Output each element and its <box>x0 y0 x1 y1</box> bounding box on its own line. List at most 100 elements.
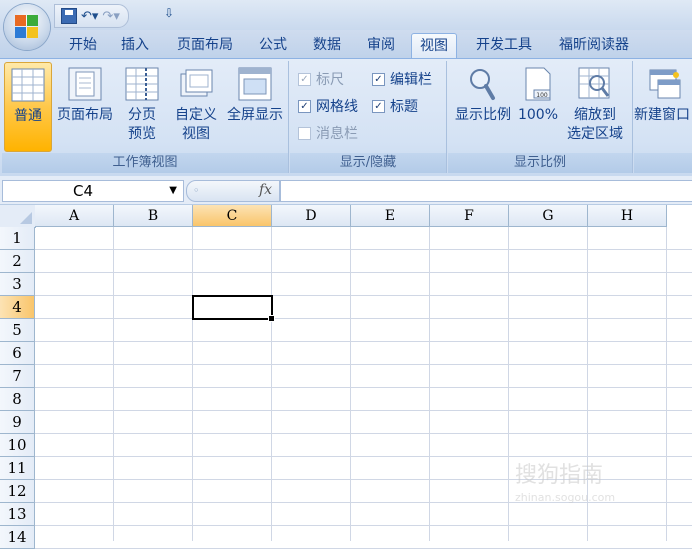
row-header-8[interactable]: 8 <box>0 388 35 411</box>
grid-column-line <box>666 227 667 541</box>
formula-input[interactable] <box>280 180 692 202</box>
page-break-icon <box>125 67 159 101</box>
group-workbook-views: 普通 页面布局 分页 预览 自定义 视图 全屏显示 工作簿视图 <box>2 61 289 173</box>
grid-row-line <box>35 272 692 273</box>
row-header-4[interactable]: 4 <box>0 296 35 319</box>
normal-view-label: 普通 <box>14 108 42 124</box>
grid-row-line <box>35 341 692 342</box>
new-window-icon <box>649 69 681 99</box>
chevron-down-icon[interactable]: ▼ <box>169 181 177 201</box>
select-all-button[interactable] <box>0 205 36 228</box>
column-header-c[interactable]: C <box>193 205 272 227</box>
zoom-selection-label-1: 缩放到 <box>574 107 616 123</box>
quick-access-toolbar: ↶▾ ↷▾ <box>54 4 129 28</box>
column-header-b[interactable]: B <box>114 205 193 227</box>
redo-icon[interactable]: ↷▾ <box>102 9 119 24</box>
custom-views-button[interactable]: 自定义 视图 <box>170 62 222 150</box>
zoom-to-selection-button[interactable]: 缩放到 选定区域 <box>562 62 628 150</box>
tab-page-layout[interactable]: 页面布局 <box>168 33 242 58</box>
name-box[interactable]: C4 ▼ <box>2 180 184 202</box>
row-header-5[interactable]: 5 <box>0 319 35 342</box>
row-header-11[interactable]: 11 <box>0 457 35 480</box>
formula-tools: ◦ fx <box>186 180 280 202</box>
undo-icon[interactable]: ↶▾ <box>81 9 98 24</box>
grid-row-line <box>35 433 692 434</box>
row-header-3[interactable]: 3 <box>0 273 35 296</box>
save-icon[interactable] <box>61 8 77 24</box>
headings-checkbox[interactable]: ✓ 标题 <box>372 96 418 116</box>
column-header-e[interactable]: E <box>351 205 430 227</box>
expand-icon[interactable]: ◦ <box>193 184 200 197</box>
ribbon-tabs: 开始 插入 页面布局 公式 数据 审阅 视图 开发工具 福昕阅读器 <box>0 30 692 59</box>
message-bar-checkbox: 消息栏 <box>298 123 358 143</box>
grid-row-line <box>35 364 692 365</box>
row-header-2[interactable]: 2 <box>0 250 35 273</box>
office-button[interactable] <box>4 4 50 50</box>
grid-column-line <box>350 227 351 541</box>
column-header-d[interactable]: D <box>272 205 351 227</box>
group-show-hide: ✓ 标尺 ✓ 编辑栏 ✓ 网格线 ✓ 标题 消息栏 显示/隐藏 <box>290 61 447 173</box>
row-header-13[interactable]: 13 <box>0 503 35 526</box>
grid-row-line <box>35 525 692 526</box>
row-header-14[interactable]: 14 <box>0 526 35 549</box>
tab-foxit-reader[interactable]: 福昕阅读器 <box>550 33 638 58</box>
custom-views-icon <box>180 69 213 97</box>
watermark-text: 搜狗指南 <box>515 463 604 488</box>
insert-function-icon[interactable]: fx <box>259 182 272 198</box>
magnifier-icon <box>470 69 495 100</box>
tab-view[interactable]: 视图 <box>411 33 457 59</box>
formula-bar-checkbox[interactable]: ✓ 编辑栏 <box>372 69 432 89</box>
ruler-checkbox: ✓ 标尺 <box>298 69 344 89</box>
tab-insert[interactable]: 插入 <box>114 33 156 58</box>
column-header-f[interactable]: F <box>430 205 509 227</box>
gridlines-check-icon: ✓ <box>298 99 311 113</box>
row-header-10[interactable]: 10 <box>0 434 35 457</box>
custom-views-label-2: 视图 <box>182 126 210 142</box>
row-header-1[interactable]: 1 <box>0 227 35 250</box>
headings-check-icon: ✓ <box>372 99 385 113</box>
ribbon-view: 普通 页面布局 分页 预览 自定义 视图 全屏显示 工作簿视图 ✓ 标尺 ✓ 编… <box>0 58 692 177</box>
group-label-workbook-views: 工作簿视图 <box>2 153 288 173</box>
normal-view-button[interactable]: 普通 <box>4 62 52 152</box>
customize-qat-icon[interactable]: ⇩ <box>164 6 174 20</box>
page-break-preview-button[interactable]: 分页 预览 <box>118 62 166 150</box>
page-layout-view-button[interactable]: 页面布局 <box>54 62 116 150</box>
column-header-g[interactable]: G <box>509 205 588 227</box>
tab-formulas[interactable]: 公式 <box>251 33 295 58</box>
page-layout-icon <box>68 67 102 101</box>
active-cell-c4[interactable] <box>192 295 275 322</box>
gridlines-checkbox[interactable]: ✓ 网格线 <box>298 96 358 116</box>
zoom-to-selection-icon <box>578 67 610 99</box>
group-zoom: 显示比例 100 100% 缩放到 选定区域 显示比例 <box>448 61 633 173</box>
group-label-zoom: 显示比例 <box>448 153 632 173</box>
zoom-100-button[interactable]: 100 100% <box>516 62 560 150</box>
column-header-a[interactable]: A <box>35 205 114 227</box>
grid-column-line <box>113 227 114 541</box>
row-header-12[interactable]: 12 <box>0 480 35 503</box>
row-header-9[interactable]: 9 <box>0 411 35 434</box>
grid-column-line <box>429 227 430 541</box>
grid-row-line <box>35 410 692 411</box>
page-break-label-2: 预览 <box>128 126 156 142</box>
column-header-h[interactable]: H <box>588 205 667 227</box>
ruler-check-icon: ✓ <box>298 72 311 86</box>
tab-home[interactable]: 开始 <box>62 33 104 58</box>
grid-column-line <box>508 227 509 541</box>
tab-review[interactable]: 审阅 <box>359 33 403 58</box>
tab-developer[interactable]: 开发工具 <box>466 33 542 58</box>
group-label-window <box>634 153 692 173</box>
zoom-button[interactable]: 显示比例 <box>452 62 514 150</box>
new-window-button[interactable]: 新建窗口 <box>634 62 692 150</box>
row-header-6[interactable]: 6 <box>0 342 35 365</box>
tab-data[interactable]: 数据 <box>305 33 349 58</box>
grid-row-line <box>35 318 692 319</box>
formula-bar-check-icon: ✓ <box>372 72 385 86</box>
row-header-7[interactable]: 7 <box>0 365 35 388</box>
grid-row-line <box>35 387 692 388</box>
formula-bar-label: 编辑栏 <box>390 72 432 88</box>
full-screen-button[interactable]: 全屏显示 <box>224 62 286 150</box>
svg-text:100: 100 <box>536 92 548 99</box>
new-window-label: 新建窗口 <box>634 107 690 123</box>
grid-column-line <box>192 227 193 541</box>
grid-row-line <box>35 295 692 296</box>
